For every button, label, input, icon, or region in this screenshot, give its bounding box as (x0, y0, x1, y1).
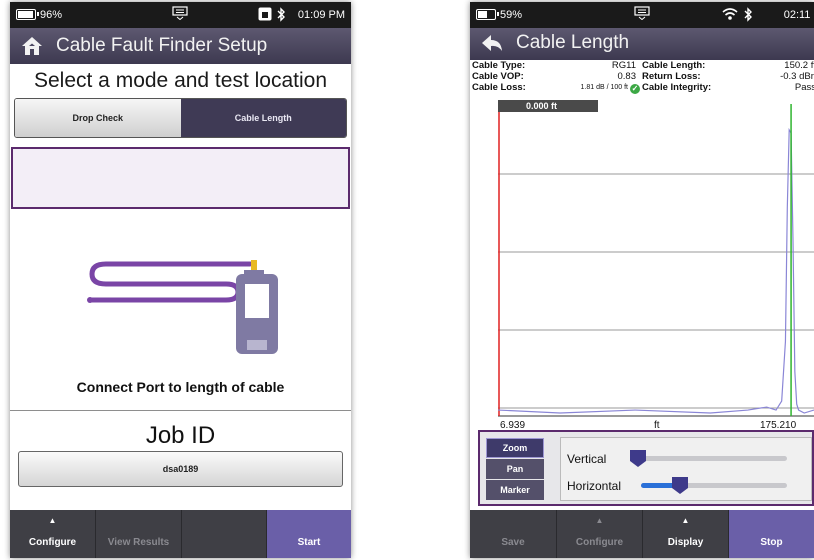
cable-connection-diagram (87, 260, 278, 354)
cable-length-screen: 59% 02:11 PM Cable Length Cable Type: RG… (470, 2, 814, 558)
cable-vop-label: Cable VOP: (472, 71, 524, 82)
clock: 02:11 PM (783, 9, 814, 21)
cable-info-panel: Cable Type: RG11 Cable Length: 150.2 ft … (470, 60, 814, 96)
view-results-button[interactable]: View Results (96, 510, 181, 558)
mode-heading: Select a mode and test location (33, 69, 327, 92)
caret-up-icon: ▲ (681, 516, 690, 525)
toolbar-separator (181, 510, 182, 558)
cable-integrity-label: Cable Integrity: (642, 82, 712, 93)
save-button[interactable]: Save (470, 510, 556, 558)
wifi-icon (722, 7, 738, 24)
caret-up-icon: ▲ (48, 516, 57, 525)
pan-button[interactable]: Pan (486, 459, 544, 479)
horizontal-slider[interactable] (641, 477, 787, 494)
vertical-slider[interactable] (630, 450, 787, 467)
cursor-label: 0.000 ft (526, 101, 557, 111)
mode-drop-check-button[interactable]: Drop Check (15, 99, 181, 137)
back-arrow-icon[interactable] (480, 33, 504, 55)
cable-integrity-value: Pass (794, 82, 814, 93)
status-bar: 96% 01:09 PM (10, 2, 351, 28)
cable-loss-value: 1.81 dB / 100 ft (580, 84, 628, 91)
info-row: Cable Loss: 1.81 dB / 100 ft ✓ Cable Inte… (472, 82, 814, 94)
cable-vop-value: 0.83 (617, 71, 637, 82)
printer-icon (258, 7, 272, 24)
vertical-label: Vertical (567, 452, 607, 466)
clock: 01:09 PM (297, 9, 345, 21)
vertical-slider-thumb[interactable] (629, 449, 647, 468)
job-id-field[interactable]: dsa0189 (18, 451, 343, 487)
cable-length-value: 150.2 ft (784, 60, 814, 71)
return-loss-value: -0.3 dBrl (780, 71, 814, 82)
return-loss-label: Return Loss: (642, 71, 701, 82)
stop-button[interactable]: Stop (729, 510, 814, 558)
horizontal-label: Horizontal (567, 479, 622, 493)
start-button[interactable]: Start (267, 510, 351, 558)
bluetooth-icon (276, 7, 286, 25)
trace-chart[interactable]: 0.000 ft 6.939 ft 175.210 (470, 98, 814, 431)
display-button[interactable]: ▲ Display (643, 510, 728, 558)
cable-length-label: Cable Length: (642, 60, 706, 71)
bluetooth-icon (743, 7, 753, 25)
zoom-button[interactable]: Zoom (486, 438, 544, 458)
status-bar: 59% 02:11 PM (470, 2, 814, 28)
bottom-toolbar: ▲ Configure View Results Start (10, 510, 351, 558)
configure-button[interactable]: ▲ Configure (557, 510, 642, 558)
battery-percent: 96% (40, 9, 63, 21)
slider-area: Vertical Horizontal (560, 437, 812, 501)
battery-percent: 59% (500, 9, 523, 21)
mode-toggle: Drop Check Cable Length (14, 98, 347, 138)
cable-type-label: Cable Type: (472, 60, 526, 71)
page-title: Cable Fault Finder Setup (56, 35, 268, 56)
configure-button[interactable]: ▲ Configure (10, 510, 95, 558)
cable-fault-finder-setup-screen: 96% 01:09 PM Cable Fault Finder Setup Se… (10, 2, 351, 558)
info-row: Cable Type: RG11 Cable Length: 150.2 ft (472, 60, 814, 71)
mode-cable-length-button[interactable]: Cable Length (180, 99, 346, 137)
trace-line (497, 127, 814, 414)
bottom-toolbar: Save ▲ Configure ▲ Display Stop (470, 510, 814, 558)
home-icon[interactable] (20, 35, 44, 57)
marker-button[interactable]: Marker (486, 480, 544, 500)
cable-type-value: RG11 (611, 60, 636, 71)
trace-plot: 0.000 ft (497, 100, 814, 417)
horizontal-slider-thumb[interactable] (671, 476, 689, 495)
test-location-box[interactable] (11, 147, 350, 209)
info-row: Cable VOP: 0.83 Return Loss: -0.3 dBrl (472, 71, 814, 82)
divider (10, 410, 351, 411)
battery-icon (16, 9, 39, 20)
job-id-title: Job ID (145, 422, 216, 449)
title-bar: Cable Fault Finder Setup (10, 28, 351, 64)
battery-icon (476, 9, 499, 20)
page-title: Cable Length (516, 32, 630, 53)
display-controls-panel: Zoom Pan Marker Vertical Horizontal (478, 430, 814, 506)
check-icon: ✓ (630, 84, 640, 94)
title-bar: Cable Length (470, 28, 814, 60)
connect-instruction: Connect Port to length of cable (76, 379, 285, 395)
keyboard-icon (634, 6, 650, 20)
keyboard-icon (172, 6, 188, 20)
caret-up-icon: ▲ (595, 516, 604, 525)
